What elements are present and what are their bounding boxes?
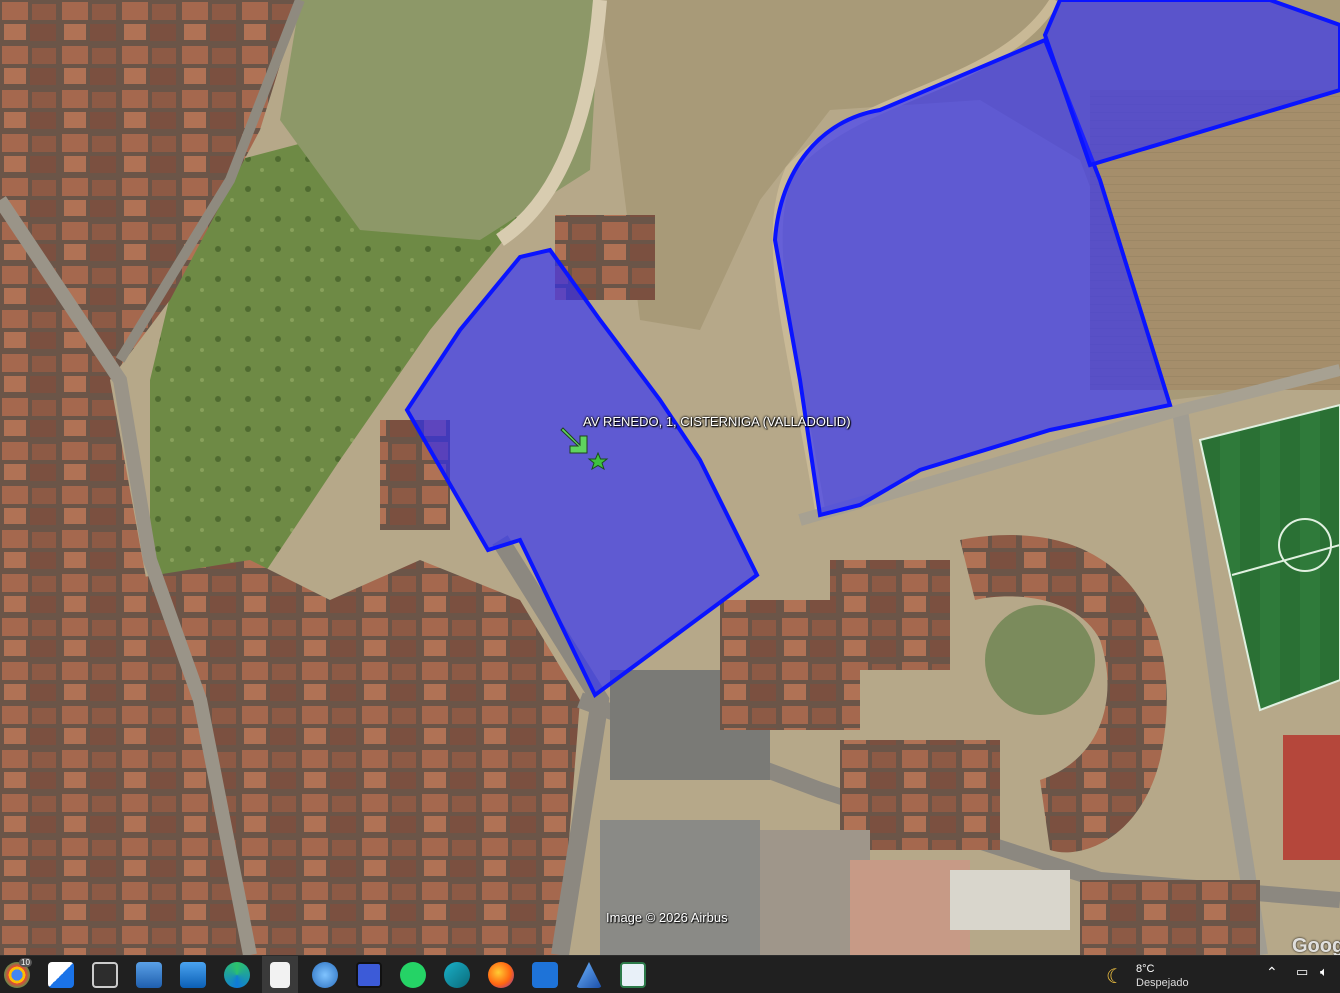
whatsapp-icon[interactable] [400, 962, 426, 988]
chevron-up-icon[interactable]: ⌃ [1266, 964, 1278, 981]
weather-widget[interactable]: ☾ 8°C Despejado [1104, 961, 1214, 989]
save-floppy-icon[interactable] [356, 962, 382, 988]
map-imagery [0, 0, 1340, 955]
globe-icon[interactable] [312, 962, 338, 988]
vpn-lock-icon[interactable] [136, 962, 162, 988]
imagery-copyright: Image © 2026 Airbus [606, 910, 728, 925]
satellite-map-view[interactable]: AV RENEDO, 1, CISTERNIGA (VALLADOLID) Im… [0, 0, 1340, 955]
image-viewer-icon[interactable] [180, 962, 206, 988]
photos-icon[interactable] [92, 962, 118, 988]
network-icon[interactable]: ▭ [1296, 964, 1308, 980]
wave-app-icon[interactable] [444, 962, 470, 988]
window-app-icon[interactable] [620, 962, 646, 988]
google-logo: Goog [1292, 935, 1340, 955]
maps-app-icon[interactable] [48, 962, 74, 988]
vector-app-icon[interactable] [576, 962, 602, 988]
weather-temperature: 8°C [1136, 963, 1155, 975]
chrome-icon[interactable]: 10 [4, 958, 32, 988]
windows-taskbar: 10 ☾ 8°C Despejado ⌃ ▭ 🔈︎ [0, 955, 1340, 993]
s-app-icon[interactable] [532, 962, 558, 988]
volume-icon[interactable]: 🔈︎ [1320, 964, 1328, 980]
placemark-label[interactable]: AV RENEDO, 1, CISTERNIGA (VALLADOLID) [583, 414, 851, 429]
chrome-badge: 10 [19, 958, 32, 967]
document-icon[interactable] [270, 962, 290, 988]
firefox-icon[interactable] [488, 962, 514, 988]
edge-icon[interactable] [224, 962, 250, 988]
moon-icon: ☾ [1106, 966, 1124, 988]
weather-condition: Despejado [1136, 977, 1189, 989]
